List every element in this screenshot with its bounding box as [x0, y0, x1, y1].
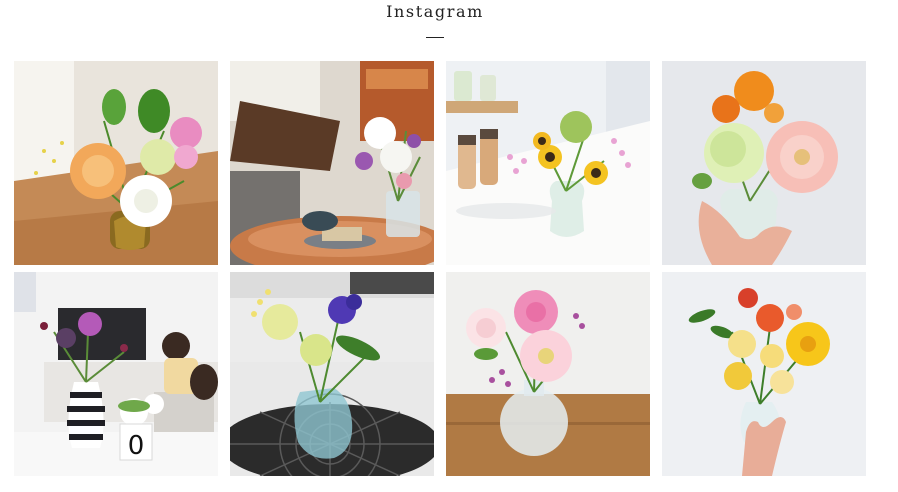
instagram-photo-4[interactable] — [662, 61, 866, 265]
bouquet-photo-7-image — [446, 272, 650, 476]
bouquet-photo-8-image — [662, 272, 866, 476]
instagram-photo-3[interactable] — [446, 61, 650, 265]
vase-tag-text: 0 — [128, 431, 145, 461]
instagram-photo-2[interactable] — [230, 61, 434, 265]
bouquet-photo-3-image — [446, 61, 650, 265]
instagram-photo-1[interactable] — [14, 61, 218, 265]
instagram-title: Instagram — [386, 2, 484, 21]
instagram-photo-7[interactable] — [446, 272, 650, 476]
bouquet-photo-2-image — [230, 61, 434, 265]
bouquet-photo-4-image — [662, 61, 866, 265]
instagram-photo-5[interactable]: 0 — [14, 272, 218, 476]
instagram-photo-6[interactable] — [230, 272, 434, 476]
bouquet-photo-5-image: 0 — [14, 272, 218, 476]
bouquet-photo-1-image — [14, 61, 218, 265]
bouquet-photo-6-image — [230, 272, 434, 476]
instagram-photo-8[interactable] — [662, 272, 866, 476]
title-underline — [426, 37, 444, 38]
